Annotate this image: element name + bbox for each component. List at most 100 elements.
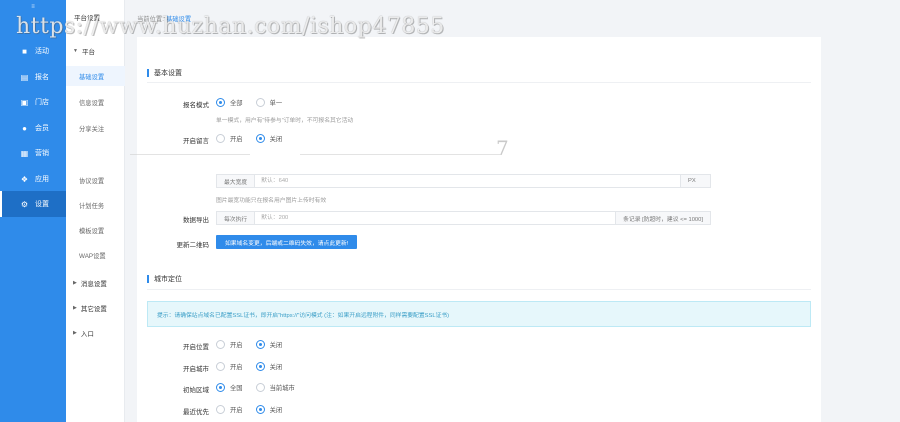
- option-label: 关闭: [269, 364, 283, 371]
- comment-off[interactable]: 关闭: [255, 134, 283, 143]
- divider: [147, 82, 811, 83]
- breadcrumb: 当前位置: 基础设置: [137, 14, 191, 23]
- nav-item-marketing[interactable]: ▦ 营销: [0, 140, 66, 166]
- max-width-unit: PX: [680, 175, 710, 187]
- radio-unchecked[interactable]: [216, 362, 225, 371]
- radio-checked[interactable]: [255, 362, 265, 371]
- option-label: 开启: [230, 407, 243, 414]
- nav-item-signup[interactable]: ▤ 报名: [0, 64, 66, 90]
- menu-icon[interactable]: ≡: [0, 0, 66, 14]
- main-nav-rail: ≡ ■ 活动 ▤ 报名 ▣ 门店 ● 会员 ▦ 营销 ❖ 应用 ⚙ 设置: [0, 0, 66, 422]
- radio-checked[interactable]: [216, 383, 225, 392]
- submenu-item-templates[interactable]: 模板设置: [66, 220, 125, 240]
- section-title-basic: 基本设置: [147, 68, 182, 78]
- group-label: 其它设置: [80, 306, 107, 313]
- location-off[interactable]: 关闭: [255, 340, 282, 349]
- radio-checked[interactable]: [255, 340, 265, 349]
- submenu-group-message[interactable]: ▶ 消息设置: [73, 278, 107, 288]
- area-current-city[interactable]: 当前城市: [255, 383, 295, 392]
- option-label: 开启: [230, 342, 243, 349]
- submenu-item-info[interactable]: 信息设置: [66, 92, 125, 112]
- radio-checked[interactable]: [255, 134, 265, 143]
- nearest-off[interactable]: 关闭: [255, 405, 282, 414]
- export-input[interactable]: [255, 212, 616, 224]
- initial-area-radios: 全国 当前城市: [216, 383, 308, 392]
- signup-mode-radios: 全部 单一: [216, 98, 295, 107]
- comment-on[interactable]: 开启: [216, 134, 243, 143]
- nav-label: 门店: [35, 99, 49, 106]
- nav-item-settings[interactable]: ⚙ 设置: [0, 191, 66, 217]
- qrcode-label: 更新二维码: [176, 242, 210, 249]
- max-width-help: 图片最宽功能只在报名用户图片上传时有效: [216, 198, 327, 204]
- city-label: 开启城市: [183, 366, 209, 373]
- signup-mode-help: 单一模式，用户有“待参与”订单时，不可报名其它活动: [216, 118, 354, 124]
- activity-icon: ■: [22, 46, 27, 56]
- location-radios: 开启 关闭: [216, 340, 295, 349]
- max-width-addon: 最大宽度: [217, 175, 256, 187]
- caret-right-icon: ▶: [73, 330, 77, 336]
- radio-checked[interactable]: [216, 98, 225, 107]
- apps-icon: ❖: [20, 174, 29, 184]
- update-qrcode-button[interactable]: 如果域名变更，后端或二维码失效，请点此更新!: [216, 235, 358, 249]
- nav-label: 营销: [35, 150, 49, 157]
- marketing-icon: ▦: [20, 148, 29, 158]
- submenu-group-platform[interactable]: ▼ 平台: [73, 46, 95, 56]
- submenu-group-entry[interactable]: ▶ 入口: [73, 328, 94, 338]
- option-label: 开启: [230, 364, 243, 371]
- option-label: 全国: [230, 385, 243, 392]
- signup-mode-single[interactable]: 单一: [255, 98, 282, 107]
- submenu-item-basic[interactable]: 基础设置: [66, 66, 125, 86]
- option-label: 关闭: [269, 136, 283, 143]
- nav-label: 报名: [35, 74, 49, 81]
- submenu-group-other[interactable]: ▶ 其它设置: [73, 303, 107, 313]
- radio-unchecked[interactable]: [216, 134, 225, 143]
- export-input-group: 每次执行 条记录 [防超时，建议 <= 1000]: [216, 211, 711, 225]
- max-width-input[interactable]: [255, 175, 680, 187]
- export-addon: 每次执行: [217, 212, 256, 224]
- nearest-first-radios: 开启 关闭: [216, 405, 295, 414]
- nav-item-member[interactable]: ● 会员: [0, 115, 66, 141]
- store-icon: ▣: [20, 97, 29, 107]
- location-label: 开启位置: [183, 344, 209, 351]
- submenu-item-tasks[interactable]: 计划任务: [66, 195, 125, 215]
- location-on[interactable]: 开启: [216, 340, 243, 349]
- city-on[interactable]: 开启: [216, 362, 243, 371]
- nearest-on[interactable]: 开启: [216, 405, 243, 414]
- caret-right-icon: ▶: [73, 280, 77, 286]
- submenu-item-agreement[interactable]: 协议设置: [66, 170, 125, 190]
- max-width-input-group: 最大宽度 PX: [216, 174, 711, 188]
- radio-unchecked[interactable]: [255, 98, 265, 107]
- radio-checked[interactable]: [255, 405, 265, 414]
- city-radios: 开启 关闭: [216, 362, 295, 371]
- nearest-first-label: 最近优先: [183, 409, 209, 416]
- nav-item-activity[interactable]: ■ 活动: [0, 38, 66, 64]
- group-label: 消息设置: [80, 281, 107, 288]
- submenu-item-wap[interactable]: WAP设置: [66, 245, 125, 265]
- submenu-item-share[interactable]: 分享关注: [66, 118, 125, 138]
- divider: [147, 289, 811, 290]
- radio-unchecked[interactable]: [216, 405, 225, 414]
- ssl-notice: 提示：请确保站点域名已配置SSL证书，即开启“https://”访问模式 (注：…: [147, 301, 811, 327]
- nav-item-store[interactable]: ▣ 门店: [0, 89, 66, 115]
- group-label: 平台: [81, 49, 95, 56]
- option-label: 当前城市: [269, 385, 295, 392]
- breadcrumb-prefix: 当前位置:: [137, 16, 164, 23]
- nav-label: 设置: [35, 201, 49, 208]
- caret-right-icon: ▶: [73, 305, 77, 311]
- signup-mode-all[interactable]: 全部: [216, 98, 243, 107]
- nav-item-apps[interactable]: ❖ 应用: [0, 166, 66, 192]
- export-unit: 条记录 [防超时，建议 <= 1000]: [615, 212, 710, 224]
- area-national[interactable]: 全国: [216, 383, 243, 392]
- comment-radios: 开启 关闭: [216, 134, 295, 143]
- radio-unchecked[interactable]: [216, 340, 225, 349]
- group-label: 入口: [80, 331, 94, 338]
- radio-unchecked[interactable]: [255, 383, 265, 392]
- city-off[interactable]: 关闭: [255, 362, 283, 371]
- signup-mode-label: 报名模式: [183, 102, 209, 109]
- option-label: 开启: [230, 136, 243, 143]
- nav-label: 活动: [35, 48, 49, 55]
- breadcrumb-current[interactable]: 基础设置: [166, 14, 191, 23]
- comment-label: 开启留言: [183, 138, 209, 145]
- submenu-title: 平台设置: [74, 15, 100, 22]
- initial-area-label: 初始区域: [183, 387, 209, 394]
